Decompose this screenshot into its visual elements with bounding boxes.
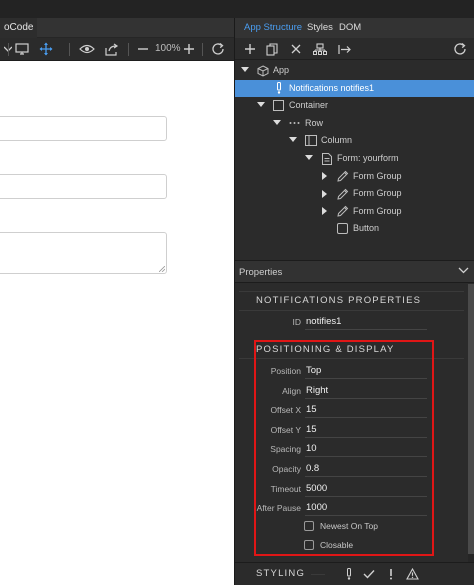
editor-toolbar: 100%: [0, 38, 234, 61]
tree-item-button[interactable]: Button: [235, 220, 474, 238]
styling-title: STYLING: [256, 568, 306, 579]
refresh-icon[interactable]: [452, 42, 468, 56]
form-textarea[interactable]: [0, 232, 167, 274]
chevron-down-icon[interactable]: [458, 266, 469, 277]
properties-header[interactable]: Properties: [235, 260, 474, 283]
structure-toolbar: [235, 38, 474, 60]
properties-title: Properties: [239, 267, 283, 278]
toolbar-divider: [8, 43, 9, 56]
column-icon: [304, 134, 317, 147]
copy-icon[interactable]: [264, 42, 280, 56]
tree-item-form-group[interactable]: Form Group: [235, 185, 474, 203]
highlight-box: [254, 340, 434, 556]
design-canvas[interactable]: [0, 61, 234, 585]
notification-icon[interactable]: [341, 567, 357, 581]
toolbar-divider: [128, 43, 129, 56]
tab-styles[interactable]: Styles: [307, 18, 333, 38]
tab-dom[interactable]: DOM: [339, 18, 361, 38]
toolbar-divider: [202, 43, 203, 56]
tree-item-label: Form Group: [353, 170, 402, 181]
pencil-icon: [336, 187, 349, 200]
id-field[interactable]: notifies1: [306, 316, 341, 327]
add-icon[interactable]: [242, 42, 258, 56]
tree-item-app[interactable]: App: [235, 62, 474, 80]
panel-tabs: App Structure Styles DOM: [235, 18, 474, 38]
tree-item-label: Column: [321, 135, 353, 146]
tree-item-label: App: [273, 65, 290, 75]
structure-icon[interactable]: [312, 42, 328, 56]
notifications-properties-title: NOTIFICATIONS PROPERTIES: [256, 295, 422, 306]
id-label: ID: [292, 317, 302, 327]
app-structure-tree: App Notifications notifies1 Container Ro…: [235, 60, 474, 260]
tree-item-form-group[interactable]: Form Group: [235, 203, 474, 221]
refresh-icon[interactable]: [210, 42, 226, 56]
tree-item-notifications[interactable]: Notifications notifies1: [235, 79, 474, 98]
row-icon: [288, 117, 301, 130]
exclamation-icon[interactable]: [383, 567, 399, 581]
expand-arrow-icon[interactable]: [322, 172, 327, 181]
tree-item-label: Form: yourform: [337, 153, 399, 163]
eye-icon[interactable]: [79, 42, 95, 56]
tree-item-label: Container: [289, 100, 329, 111]
tree-item-container[interactable]: Container: [235, 97, 474, 115]
pencil-icon: [336, 205, 349, 218]
section-divider: [239, 310, 464, 311]
section-divider: [311, 574, 325, 575]
scrollbar-thumb[interactable]: [468, 284, 474, 554]
desktop-icon[interactable]: [14, 42, 30, 56]
move-icon[interactable]: [38, 42, 54, 56]
tree-item-column[interactable]: Column: [235, 132, 474, 150]
share-icon[interactable]: [104, 42, 120, 56]
properties-scrollbar[interactable]: [468, 284, 474, 584]
tree-item-label: Notifications notifies1: [289, 82, 375, 93]
expand-arrow-icon[interactable]: [273, 119, 281, 125]
expand-arrow-icon[interactable]: [289, 137, 297, 143]
checkmark-icon[interactable]: [361, 567, 377, 581]
tree-item-form[interactable]: Form: yourform: [235, 150, 474, 168]
section-divider: [239, 291, 464, 292]
styling-bar: STYLING: [235, 562, 474, 585]
move-to-icon[interactable]: [336, 42, 352, 56]
form-input-1[interactable]: [0, 116, 167, 141]
editor-tab-bar: oCode: [0, 18, 234, 38]
resize-grip-icon[interactable]: [159, 266, 165, 272]
delete-icon[interactable]: [288, 42, 304, 56]
tree-item-form-group[interactable]: Form Group: [235, 168, 474, 186]
tree-item-label: Row: [305, 117, 324, 128]
expand-arrow-icon[interactable]: [257, 102, 265, 108]
zoom-level: 100%: [155, 43, 181, 54]
tree-item-label: Form Group: [353, 205, 402, 216]
expand-arrow-icon[interactable]: [322, 189, 327, 198]
form-input-2[interactable]: [0, 174, 167, 199]
tab-app-structure[interactable]: App Structure: [244, 18, 302, 38]
container-icon: [272, 99, 285, 112]
pencil-icon: [336, 170, 349, 183]
button-icon: [336, 222, 349, 235]
tree-item-label: Form Group: [353, 188, 402, 199]
notification-icon: [272, 82, 285, 95]
cube-icon: [256, 64, 269, 77]
right-panel: App Structure Styles DOM App Notificatio…: [234, 18, 474, 585]
expand-arrow-icon[interactable]: [322, 207, 327, 216]
tab-code[interactable]: oCode: [0, 18, 38, 38]
form-icon: [320, 152, 333, 165]
zoom-out-icon[interactable]: [135, 42, 151, 56]
expand-arrow-icon[interactable]: [241, 67, 249, 72]
zoom-in-icon[interactable]: [181, 42, 197, 56]
expand-arrow-icon[interactable]: [305, 155, 313, 160]
field-underline: [305, 329, 427, 330]
warning-icon[interactable]: [404, 567, 420, 581]
tree-item-row[interactable]: Row: [235, 115, 474, 133]
tree-item-label: Button: [353, 223, 380, 234]
window-top-bar: [0, 0, 474, 18]
toolbar-divider: [69, 43, 70, 56]
